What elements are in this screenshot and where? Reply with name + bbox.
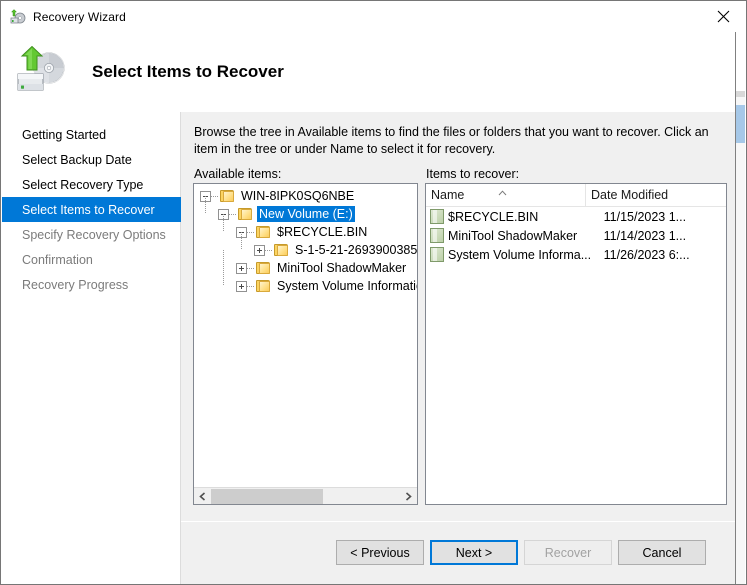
sidebar-item-label: Confirmation <box>22 252 93 267</box>
tree-connector <box>223 250 224 268</box>
folder-icon <box>255 279 271 293</box>
title-bar: Recovery Wizard <box>1 1 746 32</box>
tree-connector <box>247 231 254 233</box>
tree-node-label: New Volume (E:) <box>257 206 355 222</box>
column-header-name[interactable]: Name <box>426 184 586 206</box>
folder-icon <box>219 189 235 203</box>
column-header-date-modified[interactable]: Date Modified <box>586 184 726 206</box>
column-header-label: Date Modified <box>591 188 669 202</box>
cancel-button[interactable]: Cancel <box>618 540 706 565</box>
column-header-label: Name <box>431 188 465 202</box>
folder-icon <box>237 207 253 221</box>
tree-row[interactable]: WIN-8IPK0SQ6NBE <box>194 187 417 205</box>
tree-connector <box>241 232 242 250</box>
expander-plus-icon[interactable] <box>254 244 265 256</box>
list-item-name: System Volume Informa... <box>448 247 592 262</box>
sidebar-item-label: Select Backup Date <box>22 152 132 167</box>
folder-icon <box>255 261 271 275</box>
file-icon <box>430 228 444 243</box>
scrollbar-thumb[interactable] <box>211 488 323 504</box>
available-items-tree[interactable]: WIN-8IPK0SQ6NBE New Volume (E:) $RECYCLE… <box>193 183 418 505</box>
list-item-date: 11/26/2023 6:... <box>603 247 690 262</box>
list-item-name: $RECYCLE.BIN <box>448 209 539 224</box>
available-items-label: Available items: <box>194 167 282 181</box>
folder-icon <box>273 243 289 257</box>
tree-connector <box>247 267 254 269</box>
sort-ascending-icon <box>498 185 507 196</box>
previous-button[interactable]: < Previous <box>336 540 424 565</box>
folder-icon <box>255 225 271 239</box>
recover-button: Recover <box>524 540 612 565</box>
window-vertical-scrollbar[interactable] <box>736 97 745 584</box>
sidebar-item-recovery-progress[interactable]: Recovery Progress <box>2 272 180 297</box>
close-icon <box>717 10 729 22</box>
list-item[interactable]: System Volume Informa... 11/26/2023 6:..… <box>426 245 726 264</box>
tree-node-label: System Volume Informatic <box>277 279 417 293</box>
close-button[interactable] <box>700 1 746 31</box>
scrollbar-track[interactable] <box>323 488 400 504</box>
sidebar-item-label: Select Recovery Type <box>22 177 144 192</box>
file-icon <box>430 247 444 262</box>
sidebar-item-label: Recovery Progress <box>22 277 129 292</box>
disk-recovery-icon <box>15 45 71 98</box>
chevron-left-icon[interactable] <box>194 488 211 504</box>
main-content: Browse the tree in Available items to fi… <box>181 112 739 584</box>
page-header: Select Items to Recover <box>2 32 746 112</box>
sidebar-item-label: Getting Started <box>22 127 107 142</box>
tree-row[interactable]: $RECYCLE.BIN <box>194 214 417 241</box>
next-button[interactable]: Next > <box>430 540 518 565</box>
tree-connector <box>229 213 236 215</box>
page-title: Select Items to Recover <box>92 62 284 81</box>
list-column-headers: Name Date Modified <box>426 184 726 207</box>
previous-button-label: < Previous <box>350 545 410 560</box>
sidebar-item-label: Specify Recovery Options <box>22 227 166 242</box>
tree-node-label: S-1-5-21-2693900385-1 <box>295 243 417 257</box>
items-to-recover-list[interactable]: Name Date Modified $RECYCLE.BIN 11/15/20… <box>425 183 727 505</box>
sidebar-item-specify-recovery-options[interactable]: Specify Recovery Options <box>2 222 180 247</box>
tree-node-label: WIN-8IPK0SQ6NBE <box>241 189 355 203</box>
instructions-text: Browse the tree in Available items to fi… <box>194 125 709 156</box>
tree-horizontal-scrollbar[interactable] <box>194 487 417 504</box>
tree-connector <box>205 196 206 214</box>
tree-connector <box>211 195 218 197</box>
tree-row[interactable]: MiniTool ShadowMaker <box>194 250 417 277</box>
scrollbar-thumb[interactable] <box>736 105 745 143</box>
sidebar-item-getting-started[interactable]: Getting Started <box>2 122 180 147</box>
sidebar-item-label: Select Items to Recover <box>22 202 155 217</box>
tree-body: WIN-8IPK0SQ6NBE New Volume (E:) $RECYCLE… <box>194 184 417 487</box>
wizard-steps-sidebar: Getting Started Select Backup Date Selec… <box>2 112 181 584</box>
tree-node-label: $RECYCLE.BIN <box>277 225 368 239</box>
tree-row[interactable]: System Volume Informatic <box>194 268 417 295</box>
cancel-button-label: Cancel <box>642 545 682 560</box>
tree-row[interactable]: S-1-5-21-2693900385-1 <box>194 232 417 259</box>
recovery-wizard-window: Recovery Wizard Select Items to Recover … <box>0 0 747 585</box>
tree-connector <box>223 214 224 232</box>
recovery-wizard-icon <box>10 8 26 25</box>
recover-button-label: Recover <box>544 545 592 560</box>
tree-connector <box>247 285 254 287</box>
sidebar-item-confirmation[interactable]: Confirmation <box>2 247 180 272</box>
next-button-label: Next > <box>455 545 493 560</box>
chevron-right-icon[interactable] <box>400 488 417 504</box>
list-item-name: MiniTool ShadowMaker <box>448 228 578 243</box>
window-title: Recovery Wizard <box>33 9 126 24</box>
expander-plus-icon[interactable] <box>236 262 247 274</box>
tree-node-label: MiniTool ShadowMaker <box>277 261 407 275</box>
list-item[interactable]: MiniTool ShadowMaker 11/14/2023 1... <box>426 226 726 245</box>
sidebar-item-select-items-to-recover[interactable]: Select Items to Recover <box>2 197 181 222</box>
sidebar-item-select-recovery-type[interactable]: Select Recovery Type <box>2 172 180 197</box>
expander-plus-icon[interactable] <box>236 280 247 292</box>
wizard-footer: < Previous Next > Recover Cancel <box>181 522 739 584</box>
items-to-recover-label: Items to recover: <box>426 167 520 181</box>
file-icon <box>430 209 444 224</box>
tree-connector <box>223 268 224 286</box>
tree-row[interactable]: New Volume (E:) <box>194 196 417 223</box>
tree-connector <box>265 249 272 251</box>
list-item[interactable]: $RECYCLE.BIN 11/15/2023 1... <box>426 207 726 226</box>
list-item-date: 11/15/2023 1... <box>603 209 687 224</box>
list-item-date: 11/14/2023 1... <box>603 228 687 243</box>
sidebar-item-select-backup-date[interactable]: Select Backup Date <box>2 147 180 172</box>
